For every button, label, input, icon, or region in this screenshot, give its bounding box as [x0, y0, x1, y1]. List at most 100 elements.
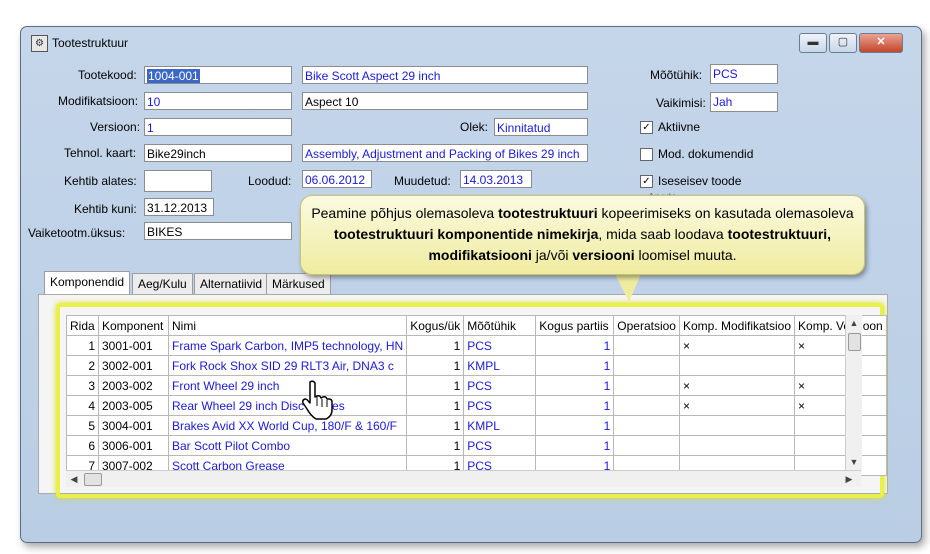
cell-komponent[interactable]: 3001-001 — [98, 335, 169, 356]
olek-field[interactable]: Kinnitatud — [494, 118, 588, 136]
cell-nimi[interactable]: Rear Wheel 29 inch Disc Brakes — [167, 395, 408, 416]
tab-komponendid[interactable]: Komponendid — [44, 271, 131, 294]
cell-kogus[interactable]: 1 — [406, 435, 465, 456]
vertical-scroll-thumb[interactable] — [848, 333, 861, 351]
cell-kogus-partiis[interactable]: 1 — [535, 335, 615, 356]
header-komponent[interactable]: Komponent — [98, 315, 169, 336]
cell-kogus-partiis[interactable]: 1 — [535, 415, 615, 436]
cell-komp-ver[interactable] — [794, 415, 887, 436]
versioon-field[interactable]: 1 — [144, 118, 292, 136]
cell-rida[interactable]: 5 — [66, 415, 99, 436]
header-komp-modifikatsioon[interactable]: Komp. Modifikatsioo — [678, 315, 796, 336]
scroll-left-arrow-icon[interactable]: ◀ — [67, 472, 81, 486]
cell-rida[interactable]: 3 — [66, 375, 99, 396]
table-row[interactable]: 2 3002-001 Fork Rock Shox SID 29 RLT3 Air,… — [66, 355, 887, 376]
cell-nimi[interactable]: Fork Rock Shox SID 29 RLT3 Air, DNA3 c — [167, 355, 408, 376]
header-mootuhik[interactable]: Mõõtühik — [463, 315, 537, 336]
aktiivne-checkbox[interactable]: ✓ — [640, 121, 653, 134]
cell-komponent[interactable]: 3004-001 — [98, 415, 169, 436]
cell-operatsioon[interactable] — [613, 435, 680, 456]
cell-operatsioon[interactable] — [613, 355, 680, 376]
header-kogus-partiis[interactable]: Kogus partiis — [535, 315, 615, 336]
table-row[interactable]: 6 3006-001 Bar Scott Pilot Combo 1 PCS 1 — [66, 435, 887, 456]
muudetud-field[interactable]: 14.03.2013 — [460, 170, 532, 188]
cell-komp-mod[interactable]: × — [678, 395, 796, 416]
cell-kogus[interactable]: 1 — [406, 395, 465, 416]
header-kogus-uhik[interactable]: Kogus/ük — [406, 315, 465, 336]
vertical-scrollbar[interactable]: ▲ ▼ — [845, 315, 862, 473]
cell-komp-ver[interactable]: × — [794, 395, 887, 416]
cell-komp-ver[interactable] — [794, 435, 887, 456]
cell-nimi[interactable]: Frame Spark Carbon, IMP5 technology, HN — [167, 335, 408, 356]
loodud-field[interactable]: 06.06.2012 — [302, 170, 372, 188]
cell-nimi[interactable]: Brakes Avid XX World Cup, 180/F & 160/F — [167, 415, 408, 436]
header-operatsioon[interactable]: Operatsioo — [613, 315, 680, 336]
tootekood-field[interactable]: 1004-001 — [144, 66, 292, 84]
tab-markused[interactable]: Märkused — [266, 273, 331, 294]
cell-komp-mod[interactable] — [678, 355, 796, 376]
cell-mootuhik[interactable]: PCS — [463, 395, 537, 416]
tab-alternatiivid[interactable]: Alternatiivid — [194, 273, 269, 294]
vaiketootm-field[interactable]: BIKES — [144, 222, 292, 240]
cell-komp-ver[interactable]: × — [794, 335, 887, 356]
table-row[interactable]: 1 3001-001 Frame Spark Carbon, IMP5 techno… — [66, 335, 887, 356]
cell-komp-mod[interactable]: × — [678, 375, 796, 396]
cell-kogus[interactable]: 1 — [406, 335, 465, 356]
cell-kogus[interactable]: 1 — [406, 375, 465, 396]
header-rida[interactable]: Rida — [66, 315, 99, 336]
tab-aeg-kulu[interactable]: Aeg/Kulu — [132, 273, 193, 294]
tehnol-kaart-desc-field[interactable]: Assembly, Adjustment and Packing of Bike… — [302, 144, 588, 162]
cell-mootuhik[interactable]: KMPL — [463, 355, 537, 376]
horizontal-scrollbar[interactable]: ◀ ▶ — [66, 470, 861, 487]
maximize-button[interactable]: ▢ — [829, 33, 857, 53]
mootuhik-field[interactable]: PCS — [710, 64, 778, 84]
cell-operatsioon[interactable] — [613, 375, 680, 396]
mod-dokumendid-checkbox[interactable] — [640, 148, 653, 161]
components-grid[interactable]: Rida Komponent Nimi Kogus/ük Mõõtühik Ko… — [66, 315, 887, 476]
cell-rida[interactable]: 4 — [66, 395, 99, 416]
cell-kogus-partiis[interactable]: 1 — [535, 355, 615, 376]
iseseisev-checkbox[interactable]: ✓ — [640, 175, 653, 188]
cell-komponent[interactable]: 2003-005 — [98, 395, 169, 416]
modifikatsioon-field[interactable]: 10 — [144, 92, 292, 110]
horizontal-scroll-thumb[interactable] — [84, 473, 102, 486]
cell-operatsioon[interactable] — [613, 335, 680, 356]
cell-komp-ver[interactable]: × — [794, 375, 887, 396]
cell-operatsioon[interactable] — [613, 395, 680, 416]
close-button[interactable]: ✕ — [859, 33, 903, 53]
scroll-right-arrow-icon[interactable]: ▶ — [842, 472, 856, 486]
cell-kogus[interactable]: 1 — [406, 415, 465, 436]
cell-nimi[interactable]: Front Wheel 29 inch — [167, 375, 408, 396]
kehtib-kuni-field[interactable]: 31.12.2013 — [144, 198, 214, 216]
cell-komponent[interactable]: 3006-001 — [98, 435, 169, 456]
header-nimi[interactable]: Nimi — [167, 315, 408, 336]
cell-komp-ver[interactable] — [794, 355, 887, 376]
cell-mootuhik[interactable]: PCS — [463, 435, 537, 456]
product-name-field[interactable]: Bike Scott Aspect 29 inch — [302, 66, 588, 84]
cell-komponent[interactable]: 2003-002 — [98, 375, 169, 396]
cell-kogus-partiis[interactable]: 1 — [535, 375, 615, 396]
vaikimisi-field[interactable]: Jah — [710, 92, 778, 112]
kehtib-alates-field[interactable] — [144, 170, 212, 192]
cell-komp-mod[interactable] — [678, 415, 796, 436]
cell-komp-mod[interactable]: × — [678, 335, 796, 356]
table-row[interactable]: 4 2003-005 Rear Wheel 29 inch Disc Brakes 1… — [66, 395, 887, 416]
modification-name-field[interactable]: Aspect 10 — [302, 92, 588, 110]
table-row[interactable]: 5 3004-001 Brakes Avid XX World Cup, 180/F… — [66, 415, 887, 436]
cell-operatsioon[interactable] — [613, 415, 680, 436]
cell-komp-mod[interactable] — [678, 435, 796, 456]
cell-kogus[interactable]: 1 — [406, 355, 465, 376]
cell-rida[interactable]: 2 — [66, 355, 99, 376]
cell-nimi[interactable]: Bar Scott Pilot Combo — [167, 435, 408, 456]
scroll-up-arrow-icon[interactable]: ▲ — [847, 316, 861, 330]
cell-mootuhik[interactable]: KMPL — [463, 415, 537, 436]
minimize-button[interactable]: ▬ — [799, 33, 827, 53]
cell-mootuhik[interactable]: PCS — [463, 335, 537, 356]
scroll-down-arrow-icon[interactable]: ▼ — [847, 455, 861, 469]
header-komp-versioon[interactable]: Komp. Versioon — [794, 315, 887, 336]
cell-rida[interactable]: 6 — [66, 435, 99, 456]
table-row[interactable]: 3 2003-002 Front Wheel 29 inch 1 PCS 1 × × — [66, 375, 887, 396]
cell-mootuhik[interactable]: PCS — [463, 375, 537, 396]
cell-rida[interactable]: 1 — [66, 335, 99, 356]
cell-kogus-partiis[interactable]: 1 — [535, 435, 615, 456]
